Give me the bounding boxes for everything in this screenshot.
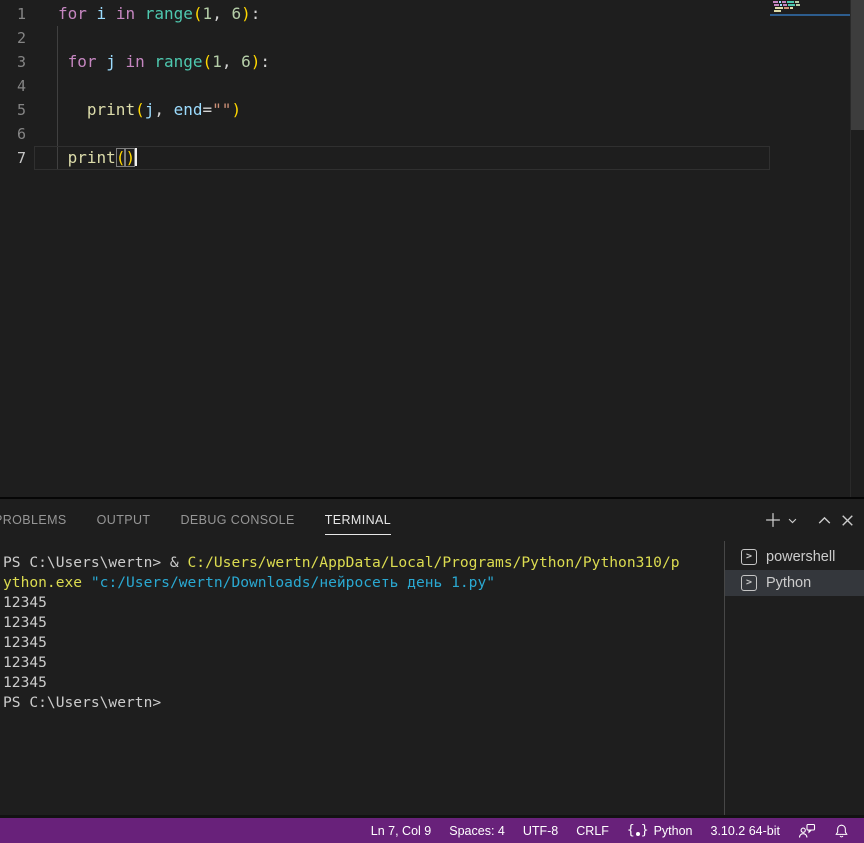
terminal-item-python[interactable]: > Python bbox=[725, 570, 864, 596]
terminal-item-label: Python bbox=[766, 575, 811, 591]
terminal-line: 12345 bbox=[3, 633, 719, 653]
line-number: 4 bbox=[0, 74, 26, 98]
notifications-item[interactable] bbox=[825, 818, 858, 843]
indentation-item[interactable]: Spaces: 4 bbox=[440, 818, 514, 843]
new-terminal-button[interactable] bbox=[761, 508, 785, 532]
minimap-line bbox=[773, 1, 850, 3]
panel-tabs: PROBLEMS OUTPUT DEBUG CONSOLE TERMINAL bbox=[0, 499, 391, 541]
close-panel-button[interactable] bbox=[837, 510, 858, 531]
panel-actions bbox=[761, 499, 858, 541]
code-line[interactable]: 6 bbox=[0, 122, 770, 146]
minimap-current-line-highlight bbox=[770, 14, 850, 16]
encoding-item[interactable]: UTF-8 bbox=[514, 818, 567, 843]
line-number: 7 bbox=[0, 146, 26, 170]
minimap-line bbox=[774, 10, 850, 12]
bottom-panel: PROBLEMS OUTPUT DEBUG CONSOLE TERMINAL bbox=[0, 497, 864, 815]
code-line[interactable]: 5 print(j, end="") bbox=[0, 98, 770, 122]
terminal-line: 12345 bbox=[3, 673, 719, 693]
terminal-line: PS C:\Users\wertn> & C:/Users/wertn/AppD… bbox=[3, 553, 719, 573]
terminal-icon: > bbox=[741, 549, 757, 565]
feedback-icon bbox=[798, 823, 816, 839]
chevron-up-icon bbox=[816, 512, 833, 529]
panel-header: PROBLEMS OUTPUT DEBUG CONSOLE TERMINAL bbox=[0, 499, 864, 541]
minimap-line bbox=[775, 7, 850, 9]
terminal-line: ython.exe "c:/Users/wertn/Downloads/нейр… bbox=[3, 573, 719, 593]
braces-icon: {} bbox=[627, 823, 649, 838]
terminal-line: 12345 bbox=[3, 653, 719, 673]
tab-output[interactable]: OUTPUT bbox=[97, 499, 151, 541]
feedback-item[interactable] bbox=[789, 818, 825, 843]
language-label: Python bbox=[654, 824, 693, 838]
line-number: 5 bbox=[0, 98, 26, 122]
close-icon bbox=[839, 512, 856, 529]
text-cursor bbox=[135, 148, 137, 166]
code-text: for j in range(1, 6): bbox=[26, 50, 270, 74]
code-text: for i in range(1, 6): bbox=[26, 2, 260, 26]
terminal-line: 12345 bbox=[3, 613, 719, 633]
code-editor[interactable]: 1for i in range(1, 6):23 for j in range(… bbox=[0, 0, 864, 497]
minimap-code bbox=[770, 0, 850, 12]
tab-terminal[interactable]: TERMINAL bbox=[325, 499, 391, 541]
maximize-panel-button[interactable] bbox=[814, 510, 835, 531]
chevron-down-icon bbox=[787, 515, 798, 526]
terminal-tabs-list: > powershell > Python bbox=[724, 541, 864, 815]
tab-debug-console[interactable]: DEBUG CONSOLE bbox=[180, 499, 294, 541]
bell-icon bbox=[834, 823, 849, 839]
code-text: print() bbox=[26, 146, 137, 170]
terminal-line: 12345 bbox=[3, 593, 719, 613]
line-number: 2 bbox=[0, 26, 26, 50]
line-number: 1 bbox=[0, 2, 26, 26]
code-line[interactable]: 1for i in range(1, 6): bbox=[0, 2, 770, 26]
language-mode-item[interactable]: {} Python bbox=[618, 818, 702, 843]
code-line[interactable]: 7 print() bbox=[0, 146, 770, 170]
status-bar: Ln 7, Col 9 Spaces: 4 UTF-8 CRLF {} Pyth… bbox=[0, 818, 864, 843]
cursor-position-item[interactable]: Ln 7, Col 9 bbox=[362, 818, 440, 843]
python-interpreter-item[interactable]: 3.10.2 64-bit bbox=[702, 818, 790, 843]
minimap-line bbox=[774, 4, 850, 6]
line-number: 6 bbox=[0, 122, 26, 146]
terminal-line: PS C:\Users\wertn> bbox=[3, 693, 719, 713]
editor-scrollbar[interactable] bbox=[850, 0, 864, 497]
editor-lines: 1for i in range(1, 6):23 for j in range(… bbox=[0, 2, 770, 170]
line-number: 3 bbox=[0, 50, 26, 74]
terminal-icon: > bbox=[741, 575, 757, 591]
terminal-item-label: powershell bbox=[766, 549, 835, 565]
minimap[interactable] bbox=[770, 0, 850, 497]
eol-item[interactable]: CRLF bbox=[567, 818, 618, 843]
code-line[interactable]: 3 for j in range(1, 6): bbox=[0, 50, 770, 74]
code-line[interactable]: 4 bbox=[0, 74, 770, 98]
launch-profile-button[interactable] bbox=[785, 513, 800, 528]
code-text: print(j, end="") bbox=[26, 98, 241, 122]
panel-body: PS C:\Users\wertn> & C:/Users/wertn/AppD… bbox=[0, 541, 864, 815]
code-line[interactable]: 2 bbox=[0, 26, 770, 50]
terminal-item-powershell[interactable]: > powershell bbox=[725, 544, 864, 570]
scrollbar-thumb[interactable] bbox=[851, 0, 864, 130]
tab-problems[interactable]: PROBLEMS bbox=[0, 499, 67, 541]
terminal-output[interactable]: PS C:\Users\wertn> & C:/Users/wertn/AppD… bbox=[3, 553, 719, 713]
plus-icon bbox=[763, 510, 783, 530]
